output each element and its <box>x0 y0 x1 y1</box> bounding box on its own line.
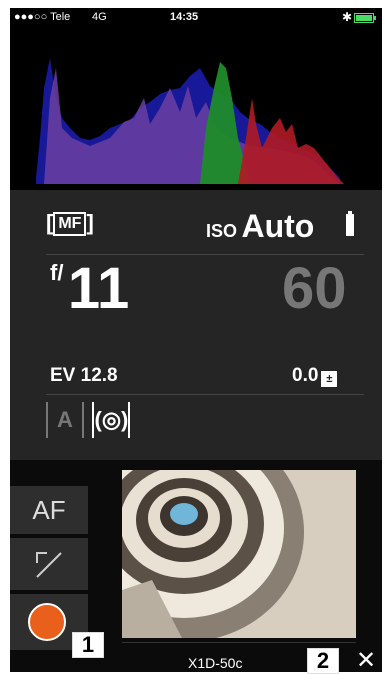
iso-label: ISO <box>206 221 238 241</box>
iso-setting[interactable]: ISO Auto <box>206 208 354 245</box>
aperture-setting[interactable]: f/ 11 <box>50 260 129 318</box>
expand-icon[interactable] <box>10 538 88 590</box>
status-time: 14:35 <box>170 11 199 23</box>
divider <box>46 394 364 395</box>
aperture-value: 11 <box>67 256 130 321</box>
metering-mode-icon[interactable]: (◎) <box>92 402 131 438</box>
battery-icon <box>354 13 376 23</box>
record-icon <box>28 603 66 641</box>
divider <box>122 642 356 643</box>
ev-compensation-value: 0.0 <box>292 365 319 386</box>
annotation-badge-2: 2 <box>307 648 339 674</box>
aperture-prefix: f/ <box>50 260 64 285</box>
bluetooth-icon: ✱ <box>342 10 353 24</box>
bottom-area: AF X1D-50c ✕ <box>10 460 382 672</box>
exposure-panel: [MF] ISO Auto f/ 11 60 EV 12.8 0.0 ± A (◎… <box>10 190 382 460</box>
focus-mode-label: MF <box>53 212 87 237</box>
ev-compensation[interactable]: 0.0 ± <box>292 365 338 387</box>
image-thumbnail[interactable] <box>122 470 356 638</box>
phone-screen: ●●●○○ Tele 4G 14:35 ✱ [MF] ISO Auto f/ 1… <box>10 8 382 672</box>
camera-battery-icon <box>346 211 354 236</box>
focus-mode-indicator[interactable]: [MF] <box>46 210 94 237</box>
ev-value: EV 12.8 <box>50 365 118 386</box>
histogram <box>10 28 382 190</box>
carrier-signal: ●●●○○ Tele <box>14 11 71 23</box>
camera-name: X1D-50c <box>188 655 243 671</box>
iso-value: Auto <box>241 208 315 244</box>
expand-arrow-icon <box>36 552 62 578</box>
status-bar: ●●●○○ Tele 4G 14:35 ✱ <box>10 8 382 28</box>
shutter-speed-value[interactable]: 60 <box>282 260 347 318</box>
histogram-red-channel <box>238 98 344 184</box>
ev-compensation-icon: ± <box>321 371 338 387</box>
network-type: 4G <box>92 11 107 23</box>
mode-row: A (◎) <box>46 402 134 438</box>
side-controls: AF <box>10 460 88 650</box>
exposure-mode-button[interactable]: A <box>46 402 84 438</box>
divider <box>46 254 364 255</box>
staircase-photo <box>122 470 356 638</box>
af-button[interactable]: AF <box>10 486 88 534</box>
annotation-badge-1: 1 <box>72 632 104 658</box>
close-icon[interactable]: ✕ <box>356 646 376 672</box>
